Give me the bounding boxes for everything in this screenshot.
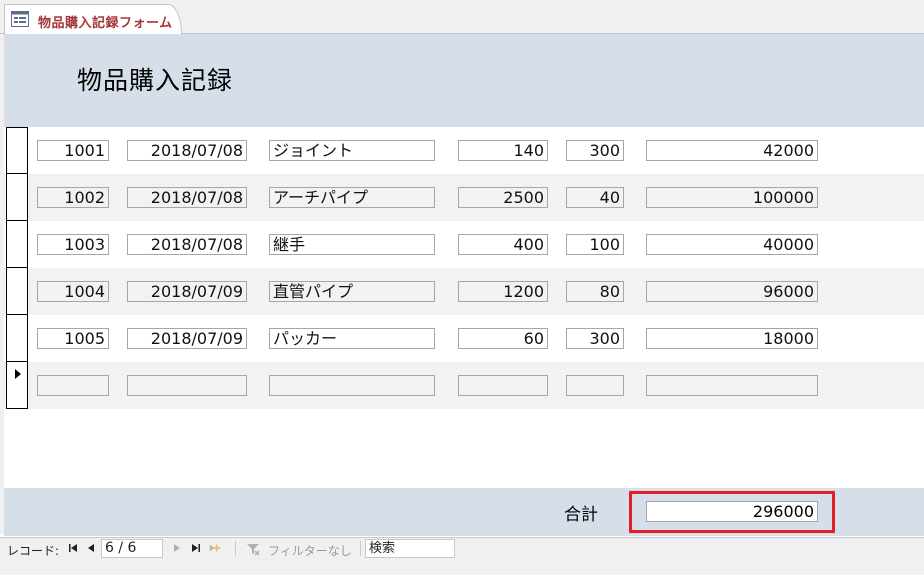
- table-row: 1004 2018/07/09 直管パイプ 1200 80 96000: [4, 268, 924, 315]
- quantity-field[interactable]: [566, 375, 624, 396]
- date-field[interactable]: 2018/07/08: [127, 140, 247, 161]
- id-field[interactable]: 1003: [37, 234, 109, 255]
- table-row: 1001 2018/07/08 ジョイント 140 300 42000: [4, 127, 924, 174]
- amount-field[interactable]: 96000: [646, 281, 818, 302]
- date-field[interactable]: 2018/07/09: [127, 281, 247, 302]
- item-field[interactable]: 継手: [269, 234, 435, 255]
- id-field[interactable]: 1002: [37, 187, 109, 208]
- record-selector[interactable]: [6, 221, 28, 268]
- amount-field[interactable]: 42000: [646, 140, 818, 161]
- quantity-field[interactable]: 80: [566, 281, 624, 302]
- date-field[interactable]: 2018/07/08: [127, 234, 247, 255]
- table-row: 1005 2018/07/09 パッカー 60 300 18000: [4, 315, 924, 362]
- id-field[interactable]: 1005: [37, 328, 109, 349]
- record-label: レコード:: [7, 544, 60, 558]
- record-selector[interactable]: [6, 268, 28, 315]
- record-selector[interactable]: [6, 315, 28, 362]
- item-field[interactable]: パッカー: [269, 328, 435, 349]
- record-selector-current[interactable]: [6, 362, 28, 409]
- id-field[interactable]: [37, 375, 109, 396]
- nav-separator: [360, 541, 361, 556]
- form-icon: [11, 11, 29, 27]
- price-field[interactable]: [458, 375, 548, 396]
- status-bar: [0, 560, 924, 575]
- current-record-arrow-icon: [15, 369, 21, 379]
- price-field[interactable]: 60: [458, 328, 548, 349]
- date-field[interactable]: 2018/07/09: [127, 328, 247, 349]
- filter-icon[interactable]: [246, 542, 260, 556]
- amount-field[interactable]: [646, 375, 818, 396]
- quantity-field[interactable]: 40: [566, 187, 624, 208]
- table-row: 1003 2018/07/08 継手 400 100 40000: [4, 221, 924, 268]
- total-label: 合計: [564, 505, 598, 525]
- price-field[interactable]: 140: [458, 140, 548, 161]
- tab-form[interactable]: 物品購入記録フォーム: [4, 4, 182, 34]
- item-field[interactable]: 直管パイプ: [269, 281, 435, 302]
- table-row: 1002 2018/07/08 アーチパイプ 2500 40 100000: [4, 174, 924, 221]
- quantity-field[interactable]: 100: [566, 234, 624, 255]
- record-selector[interactable]: [6, 174, 28, 221]
- id-field[interactable]: 1004: [37, 281, 109, 302]
- amount-field[interactable]: 100000: [646, 187, 818, 208]
- amount-field[interactable]: 40000: [646, 234, 818, 255]
- nav-separator: [235, 541, 236, 556]
- last-record-icon[interactable]: [189, 541, 203, 555]
- previous-record-icon[interactable]: [84, 541, 98, 555]
- search-input[interactable]: 検索: [365, 539, 455, 558]
- price-field[interactable]: 400: [458, 234, 548, 255]
- total-field[interactable]: 296000: [646, 501, 818, 522]
- amount-field[interactable]: 18000: [646, 328, 818, 349]
- record-selector[interactable]: [6, 127, 28, 174]
- price-field[interactable]: 1200: [458, 281, 548, 302]
- first-record-icon[interactable]: [66, 541, 80, 555]
- quantity-field[interactable]: 300: [566, 140, 624, 161]
- table-row-new-record: [4, 362, 924, 409]
- next-record-icon[interactable]: [170, 541, 184, 555]
- tab-label: 物品購入記録フォーム: [38, 16, 173, 31]
- item-field[interactable]: [269, 375, 435, 396]
- filter-status-label[interactable]: フィルターなし: [268, 542, 352, 559]
- new-record-icon[interactable]: [208, 541, 222, 555]
- id-field[interactable]: 1001: [37, 140, 109, 161]
- price-field[interactable]: 2500: [458, 187, 548, 208]
- form-title: 物品購入記録: [77, 66, 234, 95]
- date-field[interactable]: [127, 375, 247, 396]
- current-record-input[interactable]: 6 / 6: [101, 539, 163, 558]
- date-field[interactable]: 2018/07/08: [127, 187, 247, 208]
- quantity-field[interactable]: 300: [566, 328, 624, 349]
- item-field[interactable]: ジョイント: [269, 140, 435, 161]
- item-field[interactable]: アーチパイプ: [269, 187, 435, 208]
- record-navigation-bar: レコード: 6 / 6 フィルターなし 検索: [0, 537, 924, 560]
